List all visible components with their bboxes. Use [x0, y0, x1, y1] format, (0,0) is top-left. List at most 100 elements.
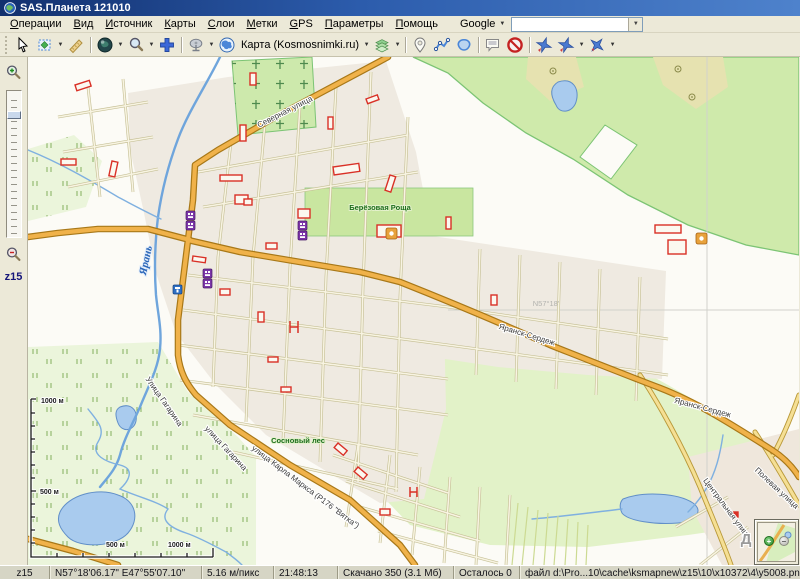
map-source-dropdown[interactable]: ▼ — [362, 34, 371, 56]
layers-icon — [373, 36, 391, 54]
window-title: SAS.Планета 121010 — [20, 2, 131, 14]
zoom-slider-handle[interactable] — [7, 111, 21, 119]
gps-track-dropdown[interactable]: ▼ — [577, 34, 586, 56]
scale-label-v500: 500 м — [40, 489, 59, 496]
map-label-sosnoviy: Сосновый лес — [271, 436, 325, 445]
cemetery-area — [232, 57, 316, 135]
forbidden-icon — [506, 36, 524, 54]
toolbar-gripper — [5, 36, 10, 54]
menu-gps[interactable]: GPS — [284, 17, 319, 31]
download-manager-button[interactable] — [185, 34, 207, 56]
layers-dropdown[interactable]: ▼ — [393, 34, 402, 56]
app-icon — [4, 2, 16, 14]
polygon-area-icon — [455, 36, 473, 54]
menu-source[interactable]: Источник — [99, 17, 158, 31]
dark-globe-icon — [96, 36, 114, 54]
scale-label-h1000: 1000 м — [168, 542, 191, 549]
placemark-pin-icon — [411, 36, 429, 54]
scale-label-v1000: 1000 м — [41, 398, 64, 405]
zoom-tool-dropdown[interactable]: ▼ — [147, 34, 156, 56]
overview-map-thumbnail: + – — [757, 522, 796, 562]
menu-layers[interactable]: Слои — [202, 17, 241, 31]
map-label-berezovaya: Берёзовая Роща — [349, 203, 411, 212]
map-source-label[interactable]: Карта (Kosmosnimki.ru) — [238, 39, 362, 51]
gps-satellite-icon — [535, 36, 553, 54]
download-manager-dropdown[interactable]: ▼ — [207, 34, 216, 56]
gps-track-button[interactable] — [555, 34, 577, 56]
status-zoom: z15 — [0, 566, 50, 579]
scale-label-h500: 500 м — [106, 542, 125, 549]
zoom-sidebar: z15 — [0, 57, 28, 565]
magnifier-icon — [127, 36, 145, 54]
status-time: 21:48:13 — [274, 566, 338, 579]
zoom-in-icon — [5, 64, 22, 81]
toolbar: ▼ ▼ ▼ ▼ Карта (Kosmosnimki.ru) ▼ ▼ ▼ ▼ — [0, 33, 800, 57]
zoom-out-button[interactable] — [4, 244, 24, 264]
gps-options-dropdown[interactable]: ▼ — [608, 34, 617, 56]
status-cache-file: файл d:\Pro...10\cache\ksmapnew\z15\10\x… — [520, 566, 800, 579]
search-combobox[interactable]: ▼ — [511, 17, 643, 32]
statusbar: z15 N57°18'06.17" E47°55'07.10" 5.16 м/п… — [0, 565, 800, 579]
overview-map-panel[interactable]: + – — [754, 519, 799, 565]
placemark-list-icon — [484, 36, 502, 54]
toolbar-separator — [526, 35, 533, 55]
navigation-cross-icon — [158, 36, 176, 54]
google-label: Google — [460, 18, 495, 30]
zoom-level-label: z15 — [5, 271, 23, 283]
zoom-in-button[interactable] — [4, 62, 24, 82]
gps-connect-button[interactable] — [533, 34, 555, 56]
map-viewport[interactable]: Северная улица Ярань Берёзовая Роща Яран… — [28, 57, 799, 565]
menu-view[interactable]: Вид — [67, 17, 99, 31]
pan-navigation-button[interactable] — [156, 34, 178, 56]
toolbar-separator — [402, 35, 409, 55]
selection-tool-button[interactable] — [34, 34, 56, 56]
map-source-button[interactable] — [216, 34, 238, 56]
selection-tool-dropdown[interactable]: ▼ — [56, 34, 65, 56]
add-route-button[interactable] — [431, 34, 453, 56]
add-polygon-button[interactable] — [453, 34, 475, 56]
app-window: SAS.Планета 121010 Операции Вид Источник… — [0, 0, 800, 579]
menu-operations[interactable]: Операции — [4, 17, 67, 31]
status-resolution: 5.16 м/пикс — [202, 566, 274, 579]
status-remaining: Осталось 0 — [454, 566, 520, 579]
map-canvas: Северная улица Ярань Берёзовая Роща Яран… — [28, 57, 799, 565]
menu-parameters[interactable]: Параметры — [319, 17, 390, 31]
menubar: Операции Вид Источник Карты Слои Метки G… — [0, 16, 800, 33]
menu-marks[interactable]: Метки — [241, 17, 284, 31]
chevron-down-icon: ▼ — [499, 21, 505, 27]
zoom-slider[interactable] — [6, 90, 22, 238]
zoom-out-icon — [5, 246, 22, 263]
placemark-list-button[interactable] — [482, 34, 504, 56]
menu-maps[interactable]: Карты — [158, 17, 201, 31]
zoom-tool-button[interactable] — [125, 34, 147, 56]
globe-view-button[interactable] — [94, 34, 116, 56]
add-placemark-button[interactable] — [409, 34, 431, 56]
selection-rect-icon — [36, 36, 54, 54]
globe-view-dropdown[interactable]: ▼ — [116, 34, 125, 56]
route-path-icon — [433, 36, 451, 54]
titlebar: SAS.Планета 121010 — [0, 0, 800, 16]
menu-help[interactable]: Помощь — [389, 17, 444, 31]
status-downloaded: Скачано 350 (3.1 Мб) — [338, 566, 454, 579]
toolbar-separator — [87, 35, 94, 55]
status-coordinates: N57°18'06.17" E47°55'07.10" — [50, 566, 202, 579]
overview-zoom-in-button[interactable]: + — [764, 536, 774, 546]
graticule-label: N57°18' — [533, 299, 560, 308]
toolbar-separator — [475, 35, 482, 55]
gps-satellite-icon — [557, 36, 575, 54]
combo-dropdown-icon[interactable]: ▼ — [628, 18, 642, 31]
toolbar-separator — [178, 35, 185, 55]
ruler-tool-button[interactable] — [65, 34, 87, 56]
cursor-tool-button[interactable] — [12, 34, 34, 56]
ruler-icon — [67, 36, 85, 54]
search-input[interactable] — [512, 18, 628, 31]
overview-zoom-out-button[interactable]: – — [779, 536, 789, 546]
gps-satellite-icon — [588, 36, 606, 54]
satellite-dish-icon — [187, 36, 205, 54]
hide-marks-button[interactable] — [504, 34, 526, 56]
layers-button[interactable] — [371, 34, 393, 56]
map-source-globe-icon — [218, 36, 236, 54]
google-search-button[interactable]: Google ▼ — [454, 18, 511, 30]
cursor-icon — [14, 36, 32, 54]
gps-options-button[interactable] — [586, 34, 608, 56]
